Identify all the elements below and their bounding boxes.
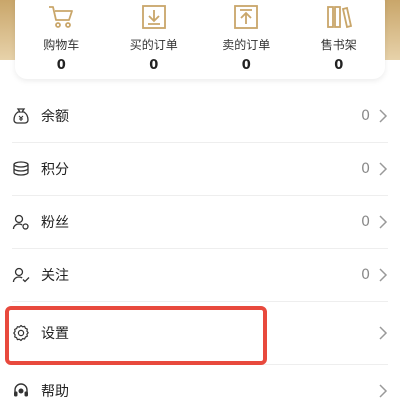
menu-item-value: 0	[361, 161, 370, 177]
quick-action-label: 购物车	[43, 38, 80, 52]
headset-icon	[14, 383, 28, 397]
menu-item-label: 积分	[41, 162, 69, 178]
menu-item-value: 0	[361, 214, 370, 230]
quick-action-cart[interactable]: 购物车 0	[15, 0, 108, 79]
quick-action-bookshelf[interactable]: 售书架 0	[293, 0, 386, 79]
chevron-right-icon	[379, 109, 388, 123]
download-order-icon	[141, 5, 166, 29]
wallet-icon	[13, 108, 29, 124]
chevron-right-icon	[379, 326, 388, 340]
chevron-right-icon	[379, 215, 388, 229]
following-icon	[12, 267, 30, 283]
quick-action-label: 卖的订单	[222, 38, 271, 52]
chevron-right-icon	[379, 384, 388, 398]
menu-item-value: 0	[361, 108, 370, 124]
menu-item-label: 粉丝	[41, 215, 69, 231]
menu-item-following[interactable]: 关注 0	[12, 249, 388, 302]
menu-item-followers[interactable]: 粉丝 0	[12, 196, 388, 249]
menu-item-balance[interactable]: 余额 0	[12, 90, 388, 143]
menu-item-label: 帮助	[41, 384, 69, 400]
quick-actions-card: 购物车 0 买的订单 0 卖的订单 0 售书架 0	[15, 0, 385, 79]
quick-action-sold-orders[interactable]: 卖的订单 0	[200, 0, 293, 79]
quick-action-count: 0	[334, 58, 344, 73]
gear-icon	[13, 324, 29, 342]
quick-action-count: 0	[241, 58, 251, 73]
chevron-right-icon	[379, 162, 388, 176]
quick-action-count: 0	[149, 58, 159, 73]
quick-action-bought-orders[interactable]: 买的订单 0	[108, 0, 201, 79]
settings-menu: 余额 0 积分 0 粉丝 0 关注 0 设置 帮助	[0, 90, 400, 417]
followers-icon	[12, 214, 29, 230]
coins-icon	[13, 161, 29, 176]
chevron-right-icon	[379, 268, 388, 282]
quick-action-label: 买的订单	[129, 38, 178, 52]
menu-item-settings[interactable]: 设置	[12, 302, 388, 365]
upload-order-icon	[234, 5, 259, 29]
menu-item-points[interactable]: 积分 0	[12, 143, 388, 196]
menu-item-help[interactable]: 帮助	[12, 365, 388, 417]
menu-item-label: 设置	[41, 326, 69, 342]
menu-item-value: 0	[361, 267, 370, 283]
shopping-cart-icon	[49, 6, 74, 28]
quick-action-label: 售书架	[320, 38, 357, 52]
bookshelf-icon	[326, 6, 352, 29]
menu-item-label: 关注	[41, 268, 69, 284]
quick-action-count: 0	[56, 58, 66, 73]
menu-item-label: 余额	[41, 109, 69, 125]
